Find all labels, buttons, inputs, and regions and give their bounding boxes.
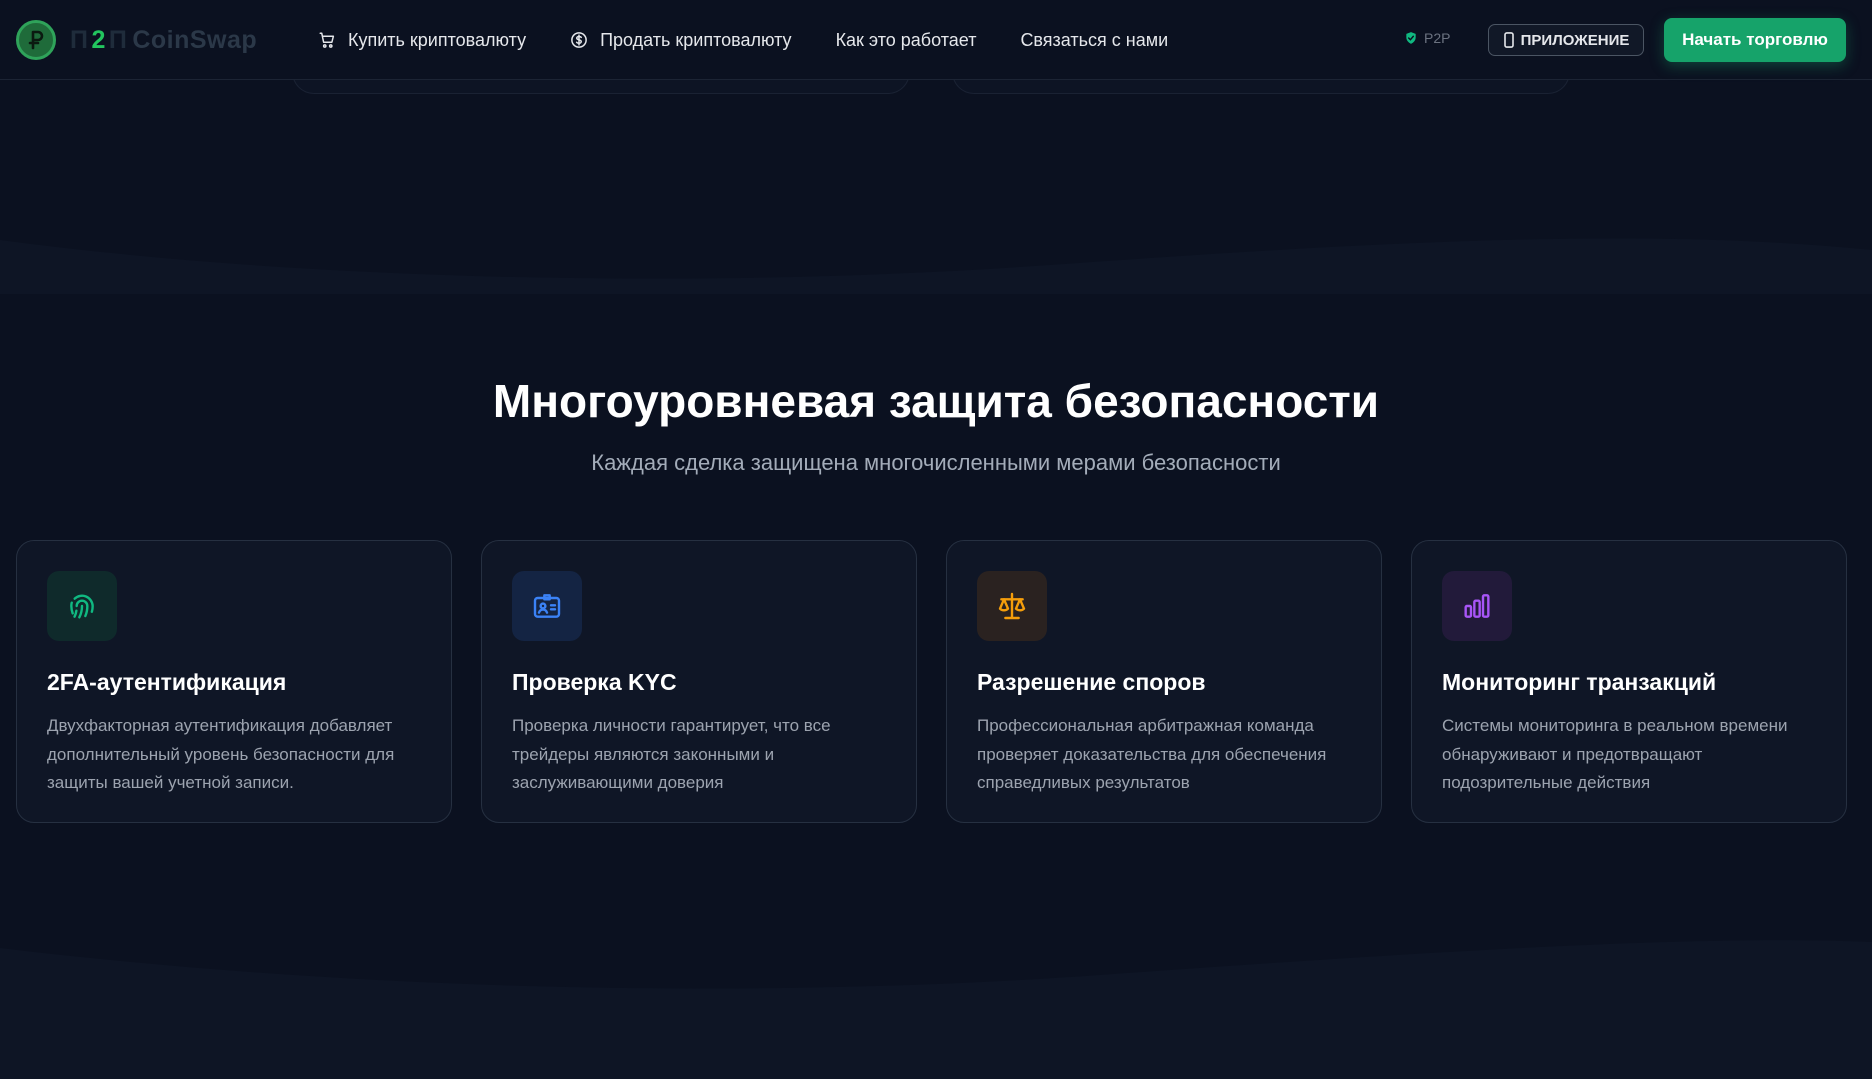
nav-contact-us-label: Связаться с нами [1020, 29, 1169, 50]
nav-contact-us[interactable]: Связаться с нами [1020, 30, 1168, 51]
brand-letter-3: П [108, 25, 128, 54]
brand-letter-1: П [70, 25, 89, 54]
top-navbar: П 2 П CoinSwap Купить криптовалюту Прода… [0, 0, 1872, 80]
bar-chart-icon [1464, 594, 1490, 618]
bar-chart-icon-tile [1442, 571, 1512, 641]
section-subtitle: Каждая сделка защищена многочисленными м… [591, 450, 1281, 475]
fingerprint-icon-tile [47, 571, 117, 641]
coin-logo-icon [16, 20, 56, 60]
smartphone-icon [1503, 32, 1514, 48]
feature-card-kyc: Проверка KYC Проверка личности гарантиру… [481, 540, 917, 823]
feature-card-2fa: 2FA-аутентификация Двухфакторная аутенти… [16, 540, 452, 823]
fingerprint-icon [70, 594, 94, 619]
brand-letter-2: 2 [91, 25, 106, 54]
id-card-icon [533, 594, 561, 618]
nav-how-it-works[interactable]: Как это работает [836, 30, 977, 51]
scales-icon [998, 592, 1026, 620]
card-title: Разрешение споров [977, 669, 1206, 695]
nav-how-it-works-label: Как это работает [835, 29, 977, 50]
card-title: 2FA-аутентификация [47, 669, 287, 695]
feature-card-disputes: Разрешение споров Профессиональная арбит… [946, 540, 1382, 823]
brand-name: П 2 П CoinSwap [70, 26, 257, 55]
nav-buy-crypto[interactable]: Купить криптовалюту [318, 30, 526, 51]
id-card-icon-tile [512, 571, 582, 641]
card-description: Профессиональная арбитражная команда про… [977, 716, 1327, 792]
cart-icon [319, 32, 335, 48]
wave-divider-bottom [0, 940, 1872, 1079]
page: П 2 П CoinSwap Купить криптовалюту Прода… [0, 0, 1872, 1079]
card-description: Системы мониторинга в реальном времени о… [1442, 716, 1788, 792]
main-nav: Купить криптовалюту Продать криптовалюту… [318, 0, 1212, 80]
dollar-circle-icon [571, 32, 587, 48]
section-title: Многоуровневая защита безопасности [492, 375, 1380, 427]
nav-buy-crypto-label: Купить криптовалюту [348, 29, 527, 50]
app-button-label: ПРИЛОЖЕНИЕ [1520, 31, 1630, 49]
shield-check-icon [1406, 32, 1416, 44]
card-description: Двухфакторная аутентификация добавляет д… [47, 716, 395, 792]
nav-sell-crypto[interactable]: Продать криптовалюту [570, 29, 792, 51]
app-button[interactable]: ПРИЛОЖЕНИЕ [1488, 24, 1644, 56]
card-description: Проверка личности гарантирует, что все т… [512, 716, 831, 792]
logo[interactable]: П 2 П CoinSwap [16, 20, 257, 60]
wave-divider-top [0, 238, 1872, 294]
card-title: Мониторинг транзакций [1442, 669, 1717, 695]
brand-word: CoinSwap [132, 25, 258, 54]
nav-sell-crypto-label: Продать криптовалюту [600, 29, 792, 50]
scales-icon-tile [977, 571, 1047, 641]
start-trading-button[interactable]: Начать торговлю [1664, 18, 1846, 62]
p2p-badge: P2P [1404, 30, 1450, 46]
feature-card-monitoring: Мониторинг транзакций Системы мониторинг… [1411, 540, 1847, 823]
card-title: Проверка KYC [512, 669, 677, 695]
p2p-badge-label: P2P [1424, 30, 1451, 46]
